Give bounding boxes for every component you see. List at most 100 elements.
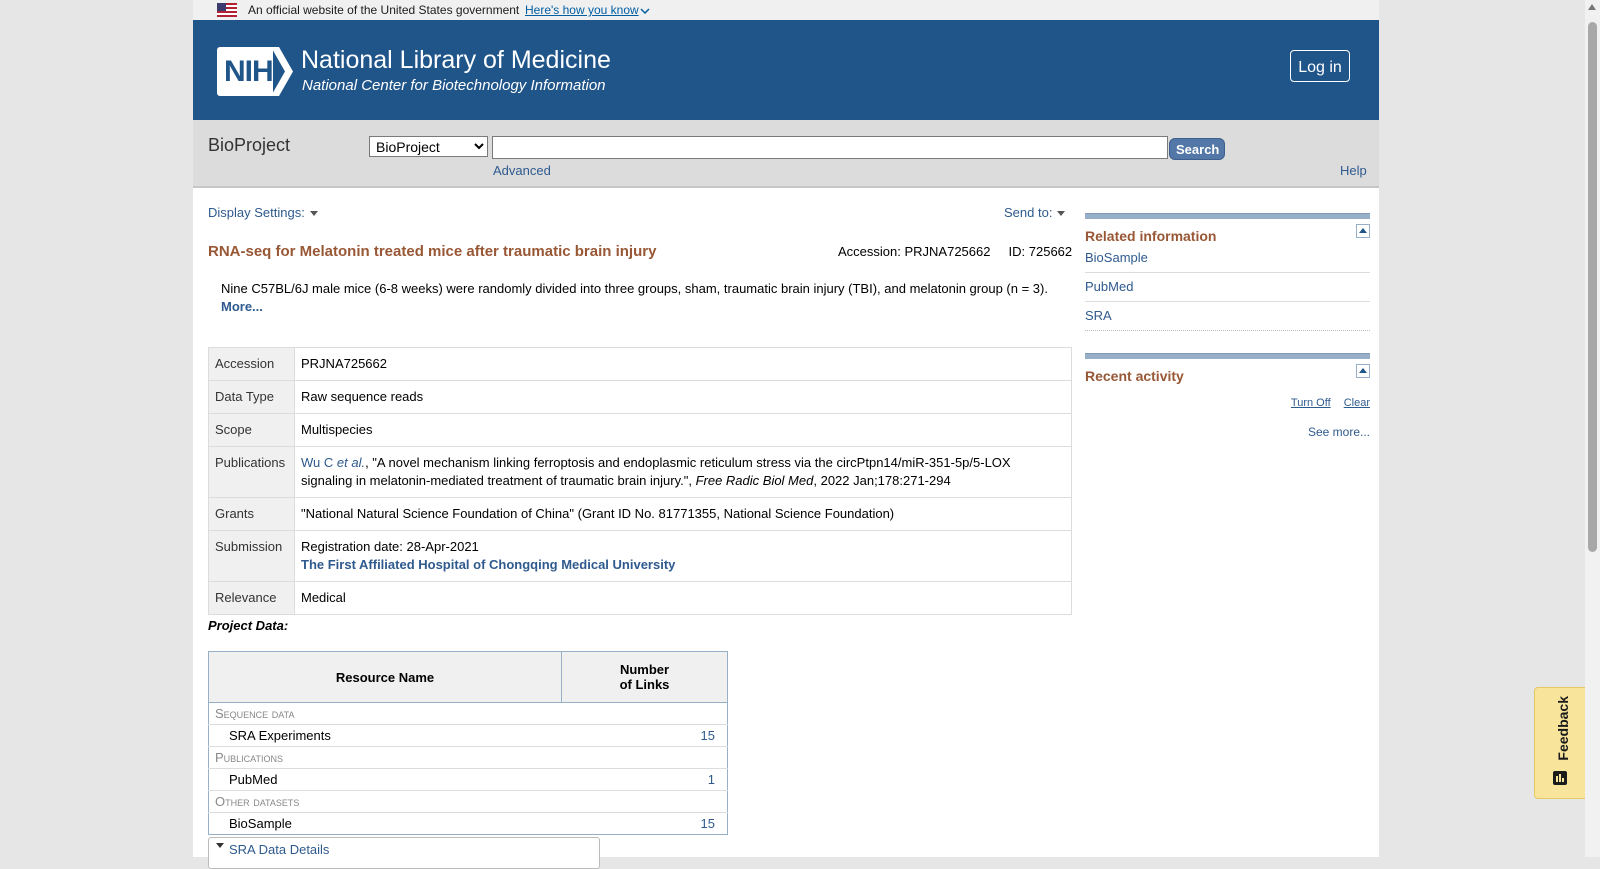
related-information-panel: Related information BioSample PubMed SRA: [1085, 213, 1370, 331]
send-to-label: Send to:: [1004, 205, 1053, 220]
number-of-links-header: Number of Links: [561, 651, 728, 703]
links-header-line2: of Links: [619, 677, 670, 692]
search-bar: BioProject BioProject Search Advanced He…: [193, 120, 1379, 188]
feedback-icon: [1553, 771, 1567, 785]
table-row: Publications Wu C et al., "A novel mecha…: [208, 446, 1072, 498]
publications-value: Wu C et al., "A novel mechanism linking …: [294, 446, 1072, 498]
vertical-scrollbar[interactable]: [1585, 0, 1600, 857]
page: An official website of the United States…: [193, 0, 1379, 869]
table-row: Relevance Medical: [208, 581, 1072, 615]
see-more-container: See more...: [1085, 425, 1370, 439]
more-link[interactable]: More...: [221, 298, 1061, 316]
table-row: Grants "National Natural Science Foundat…: [208, 497, 1072, 531]
caret-down-icon: [1057, 211, 1066, 217]
scrollbar-thumb[interactable]: [1588, 22, 1597, 552]
feedback-button[interactable]: Feedback: [1534, 687, 1586, 799]
how-you-know-label: Here's how you know: [525, 3, 639, 17]
clear-link[interactable]: Clear: [1344, 397, 1370, 409]
collapse-toggle-icon[interactable]: [1356, 364, 1370, 378]
list-item: SRA: [1085, 302, 1370, 331]
biosample-count-link[interactable]: 15: [701, 816, 715, 831]
count-cell: 15: [561, 724, 728, 747]
help-link[interactable]: Help: [1340, 163, 1367, 178]
related-sra-link[interactable]: SRA: [1085, 308, 1112, 323]
data-type-value: Raw sequence reads: [294, 380, 1072, 414]
registration-date: Registration date: 28-Apr-2021: [301, 539, 479, 554]
description-text: Nine C57BL/6J male mice (6-8 weeks) were…: [221, 281, 1048, 296]
advanced-search-link[interactable]: Advanced: [493, 163, 551, 178]
table-row: SRA Experiments 15: [208, 724, 728, 747]
related-pubmed-link[interactable]: PubMed: [1085, 279, 1133, 294]
list-item: BioSample: [1085, 244, 1370, 273]
relevance-value: Medical: [294, 581, 1072, 615]
see-more-link[interactable]: See more...: [1308, 425, 1370, 439]
related-information-title: Related information: [1085, 228, 1217, 244]
chevron-down-icon: [640, 8, 650, 14]
display-settings-menu[interactable]: Display Settings:: [208, 205, 318, 220]
list-item: PubMed: [1085, 273, 1370, 302]
display-settings-label: Display Settings:: [208, 205, 305, 220]
resource-biosample: BioSample: [208, 812, 562, 835]
accession-value: PRJNA725662: [294, 347, 1072, 381]
scope-label: Scope: [208, 413, 295, 447]
table-row: Publications: [208, 746, 728, 769]
database-name[interactable]: BioProject: [208, 135, 290, 156]
how-you-know-link[interactable]: Here's how you know: [525, 3, 650, 17]
count-cell: 1: [561, 768, 728, 791]
record-title: RNA-seq for Melatonin treated mice after…: [208, 243, 657, 260]
login-button[interactable]: Log in: [1290, 50, 1350, 82]
links-header-line1: Number: [619, 662, 670, 677]
recent-activity-panel: Recent activity Turn Off Clear See more.…: [1085, 353, 1370, 439]
sra-experiments-count-link[interactable]: 15: [701, 728, 715, 743]
relevance-label: Relevance: [208, 581, 295, 615]
grants-value: "National Natural Science Foundation of …: [294, 497, 1072, 531]
recent-activity-actions: Turn Off Clear: [1085, 397, 1370, 409]
table-row: Accession PRJNA725662: [208, 347, 1072, 381]
record-description: Nine C57BL/6J male mice (6-8 weeks) were…: [221, 280, 1061, 316]
send-to-menu[interactable]: Send to:: [1004, 205, 1066, 220]
author-link[interactable]: Wu C et al.: [301, 455, 365, 470]
project-data-table: Resource Name Number of Links Sequence da…: [208, 651, 728, 835]
table-row: PubMed 1: [208, 768, 728, 791]
table-row: Sequence data: [208, 702, 728, 725]
nih-logo-chevron-icon: [271, 47, 293, 96]
related-biosample-link[interactable]: BioSample: [1085, 250, 1148, 265]
gov-banner: An official website of the United States…: [193, 0, 1379, 20]
site-header: NIH National Library of Medicine Nationa…: [193, 20, 1379, 120]
author-name: Wu C: [301, 455, 334, 470]
details-table: Accession PRJNA725662 Data Type Raw sequ…: [208, 347, 1072, 615]
section-publications: Publications: [208, 746, 728, 769]
sra-data-details-link[interactable]: SRA Data Details: [229, 842, 329, 857]
table-row: Data Type Raw sequence reads: [208, 380, 1072, 414]
table-row: Submission Registration date: 28-Apr-202…: [208, 530, 1072, 582]
us-flag-icon: [217, 3, 237, 17]
panel-bar: [1085, 353, 1370, 359]
submitter-organization-link[interactable]: The First Affiliated Hospital of Chongqi…: [301, 557, 675, 572]
et-al: et al.: [336, 455, 366, 470]
caret-down-icon: [309, 211, 318, 217]
nlm-subtitle: National Center for Biotechnology Inform…: [302, 77, 606, 94]
database-select[interactable]: BioProject: [369, 136, 488, 157]
scroll-up-icon[interactable]: [1588, 4, 1596, 10]
nih-logo[interactable]: NIH: [217, 47, 274, 96]
triangle-down-icon: [216, 843, 224, 848]
resource-pubmed: PubMed: [208, 768, 562, 791]
nlm-title[interactable]: National Library of Medicine: [301, 46, 611, 75]
accession-label: Accession: [208, 347, 295, 381]
recent-activity-title: Recent activity: [1085, 368, 1184, 384]
project-data-label: Project Data:: [208, 618, 289, 633]
count-cell: 15: [561, 812, 728, 835]
sra-data-details-toggle[interactable]: SRA Data Details: [208, 837, 600, 869]
search-button[interactable]: Search: [1169, 138, 1225, 160]
grants-label: Grants: [208, 497, 295, 531]
table-row: BioSample 15: [208, 812, 728, 835]
section-sequence-data: Sequence data: [208, 702, 728, 725]
collapse-toggle-icon[interactable]: [1356, 224, 1370, 238]
journal-name: Free Radic Biol Med: [695, 473, 814, 488]
search-input[interactable]: [492, 136, 1168, 159]
submission-value: Registration date: 28-Apr-2021 The First…: [294, 530, 1072, 582]
table-row: Other datasets: [208, 790, 728, 813]
turn-off-link[interactable]: Turn Off: [1291, 397, 1331, 409]
scope-value: Multispecies: [294, 413, 1072, 447]
pubmed-count-link[interactable]: 1: [708, 772, 715, 787]
